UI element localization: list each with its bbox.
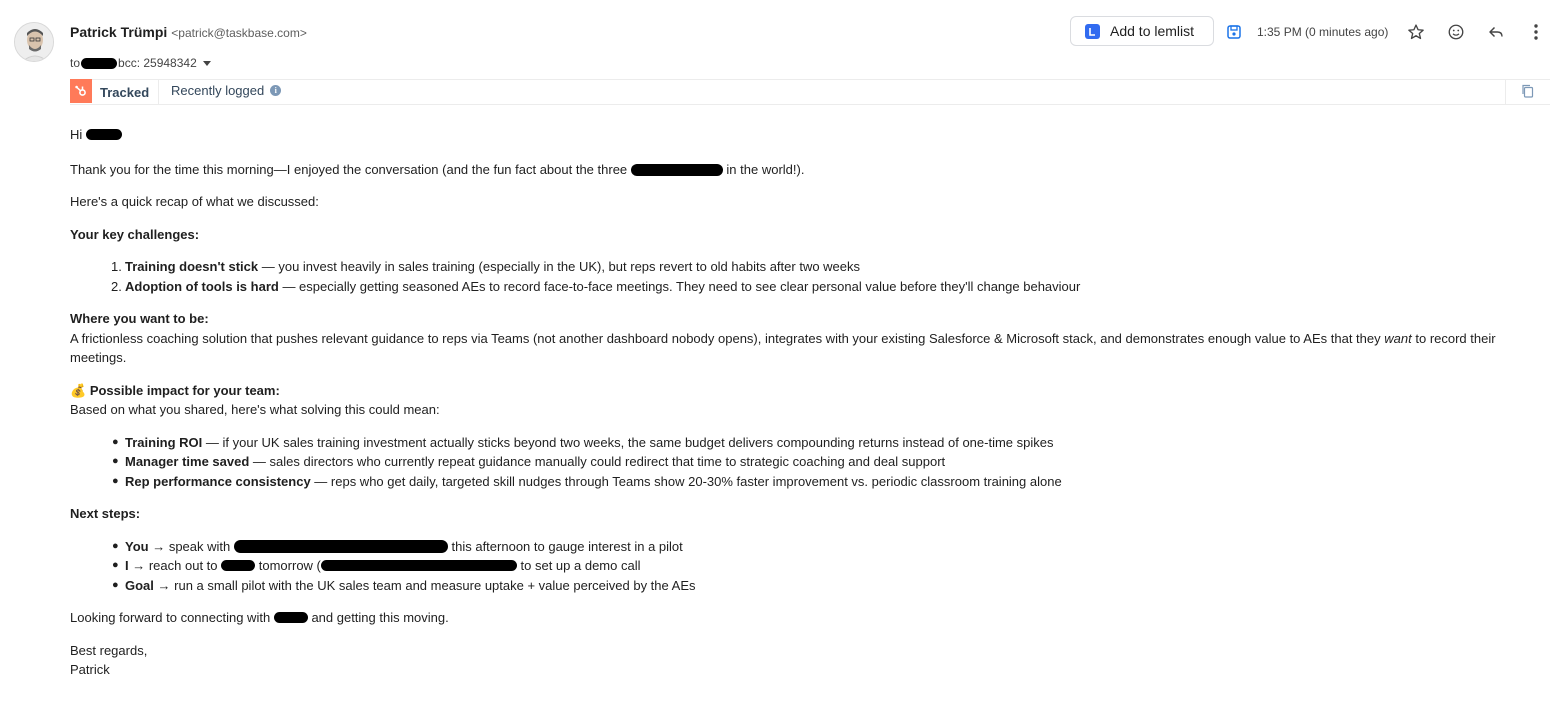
money-bag-icon: 💰 [70,383,87,398]
lemlist-label: Add to lemlist [1110,23,1195,39]
tracking-bar [70,79,1550,105]
want-paragraph-cont: meetings. [70,350,127,365]
impact-heading: 💰 Possible impact for your team: [70,383,280,399]
bullet-icon: ● [112,455,119,467]
redacted-name [85,129,122,140]
list-item-text: — sales directors who currently repeat g… [249,454,946,469]
signoff: Best regards, [70,643,148,658]
lemlist-logo-icon [1085,23,1100,39]
list-item-text: — you invest heavily in sales training (… [258,259,861,274]
list-item: Adoption of tools is hard — especially g… [125,279,1080,294]
recently-logged[interactable]: Recently logged i [171,83,282,98]
list-item: You → speak with this afternoon to gauge… [125,539,683,554]
greeting: Hi [70,127,83,142]
list-number: 1. [111,259,122,274]
list-item: Rep performance consistency — reps who g… [125,474,1062,489]
redacted-name [221,560,256,571]
list-item-title: Manager time saved [125,454,250,469]
list-item-text: → run a small pilot with the UK sales te… [153,578,696,593]
thanks-text-end: in the world!). [726,162,805,177]
impact-intro: Based on what you shared, here's what so… [70,402,440,417]
list-item: I → reach out to tomorrow ( to set up a … [125,558,640,573]
divider [1505,80,1506,104]
redacted-text [630,164,723,176]
list-item-text: → speak with [148,539,231,554]
redacted-recipient [81,57,118,69]
email-timestamp: 1:35 PM (0 minutes ago) [1257,25,1389,39]
add-to-lemlist-button[interactable]: Add to lemlist [1070,16,1214,46]
list-item-title: Goal [125,578,154,593]
more-options-icon[interactable] [1526,22,1546,42]
want-paragraph: A frictionless coaching solution that pu… [70,331,1496,346]
challenges-heading: Your key challenges: [70,227,200,242]
list-item-text-end: this afternoon to gauge interest in a pi… [451,539,683,554]
sender-line: Patrick Trümpi <patrick@taskbase.com> [70,24,307,40]
redacted-text [233,540,448,553]
thanks-text: Thank you for the time this morning—I en… [70,162,628,177]
redacted-name [273,612,308,623]
list-item-text: — especially getting seasoned AEs to rec… [278,279,1081,294]
list-item-text-end: to set up a demo call [520,558,641,573]
recap-line: Here's a quick recap of what we discusse… [70,194,319,209]
impact-heading-text: Possible impact for your team: [89,383,280,398]
avatar-photo [15,23,53,61]
want-text-end: to record their [1415,331,1496,346]
list-item: Training ROI — if your UK sales training… [125,435,1054,450]
sender-name[interactable]: Patrick Trümpi [70,24,167,40]
save-icon[interactable] [1226,24,1242,45]
list-item-title: Rep performance consistency [125,474,311,489]
closing-text-end: and getting this moving. [311,610,449,625]
redacted-email-link[interactable] [320,560,517,571]
tracked-label: Tracked [100,85,150,100]
reply-icon[interactable] [1486,22,1506,42]
hubspot-logo-icon [70,79,92,103]
sender-email: <patrick@taskbase.com> [171,26,307,40]
copy-icon[interactable] [1521,84,1535,103]
star-icon[interactable] [1406,22,1426,42]
list-item-title: Training doesn't stick [125,259,259,274]
closing-line: Looking forward to connecting with and g… [70,610,449,625]
list-number: 2. [111,279,122,294]
divider [158,80,159,104]
list-item-text: → reach out to [128,558,218,573]
sender-avatar[interactable] [14,22,54,62]
show-details-chevron-icon[interactable] [202,60,211,66]
list-item-title: Adoption of tools is hard [125,279,279,294]
list-item: Manager time saved — sales directors who… [125,454,945,469]
bullet-icon: ● [112,540,119,552]
next-steps-heading: Next steps: [70,506,141,521]
list-item: Goal → run a small pilot with the UK sal… [125,578,696,593]
info-icon[interactable]: i [270,85,282,96]
bullet-icon: ● [112,579,119,591]
signature: Patrick [70,662,110,677]
to-label: to [70,56,81,70]
want-text: A frictionless coaching solution that pu… [70,331,1381,346]
bullet-icon: ● [112,436,119,448]
list-item: Training doesn't stick — you invest heav… [125,259,860,274]
list-item-title: Training ROI [125,435,203,450]
thanks-paragraph: Thank you for the time this morning—I en… [70,162,804,177]
recently-logged-label: Recently logged [171,83,265,98]
emoji-reaction-icon[interactable] [1446,22,1466,42]
bcc-label: bcc: 25948342 [118,56,197,70]
list-item-text-mid: tomorrow ( [258,558,321,573]
closing-text: Looking forward to connecting with [70,610,271,625]
bullet-icon: ● [112,559,119,571]
want-emphasis: want [1384,331,1412,346]
list-item-text: — if your UK sales training investment a… [202,435,1054,450]
recipients-line: to bcc: 25948342 [70,56,211,70]
list-item-text: — reps who get daily, targeted skill nud… [310,474,1062,489]
bullet-icon: ● [112,475,119,487]
list-item-title: You [125,539,149,554]
want-heading: Where you want to be: [70,311,209,326]
greeting-line: Hi [70,127,122,142]
